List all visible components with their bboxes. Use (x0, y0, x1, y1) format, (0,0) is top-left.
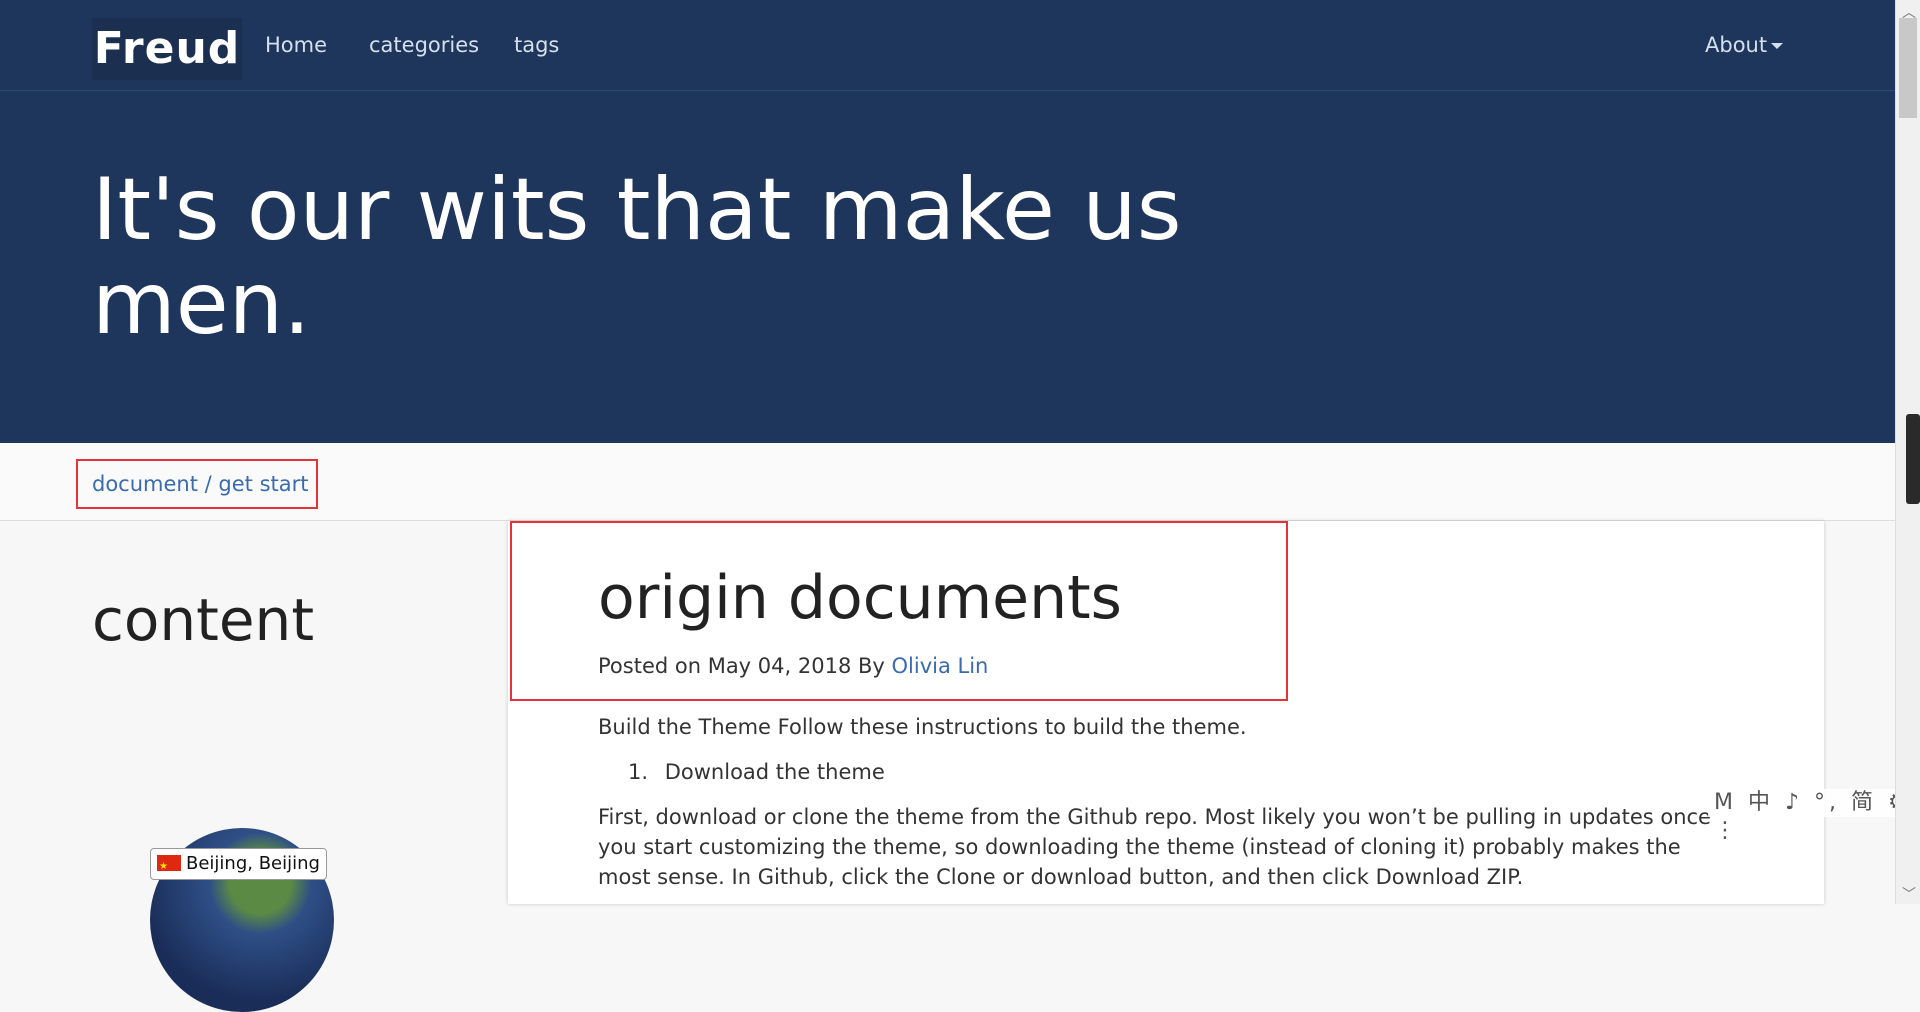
about-label: About (1705, 33, 1768, 57)
breadcrumb: document / get start (92, 469, 308, 499)
list-item: 1. Download the theme (628, 757, 885, 787)
caret-down-icon (1771, 43, 1784, 49)
list-item-text: Download the theme (664, 760, 885, 784)
list-item-number: 1. (628, 760, 649, 784)
nav-link-tags[interactable]: tags (514, 30, 559, 60)
china-flag-icon (157, 852, 181, 882)
scroll-down-icon[interactable]: ﹀ (1902, 884, 1916, 904)
post-title: origin documents (598, 563, 1122, 633)
post-intro: Build the Theme Follow these instruction… (598, 715, 1247, 739)
breadcrumb-parent-link[interactable]: document (92, 472, 198, 496)
breadcrumb-current-link[interactable]: get start (218, 472, 308, 496)
brand-logo[interactable]: Freud (92, 18, 242, 80)
hero-banner: It's our wits that make us men. (0, 91, 1895, 443)
side-volume-widget[interactable] (1906, 414, 1920, 504)
scroll-thumb[interactable] (1899, 18, 1917, 118)
sidebar-title: content (92, 586, 315, 654)
post-author-link[interactable]: Olivia Lin (892, 654, 989, 678)
ime-toolbar[interactable]: M 中 ♪ °, 简 ⚙ ⋮ (1708, 789, 1920, 843)
globe-location-label: Beijing, Beijing (150, 848, 327, 882)
nav-link-home[interactable]: Home (265, 30, 327, 60)
breadcrumb-separator: / (197, 472, 219, 496)
hero-title: It's our wits that make us men. (92, 160, 1182, 354)
globe-location-text: Beijing, Beijing (186, 853, 320, 874)
breadcrumb-bar: document / get start (0, 443, 1895, 521)
nav-link-categories[interactable]: categories (369, 30, 479, 60)
top-navbar: Freud Home categories tags About (0, 0, 1895, 91)
post-meta-prefix: Posted on May 04, 2018 By (598, 654, 892, 678)
post-paragraph: First, download or clone the theme from … (598, 805, 1711, 889)
post-meta: Posted on May 04, 2018 By Olivia Lin (598, 651, 988, 681)
about-dropdown[interactable]: About (1705, 30, 1784, 60)
